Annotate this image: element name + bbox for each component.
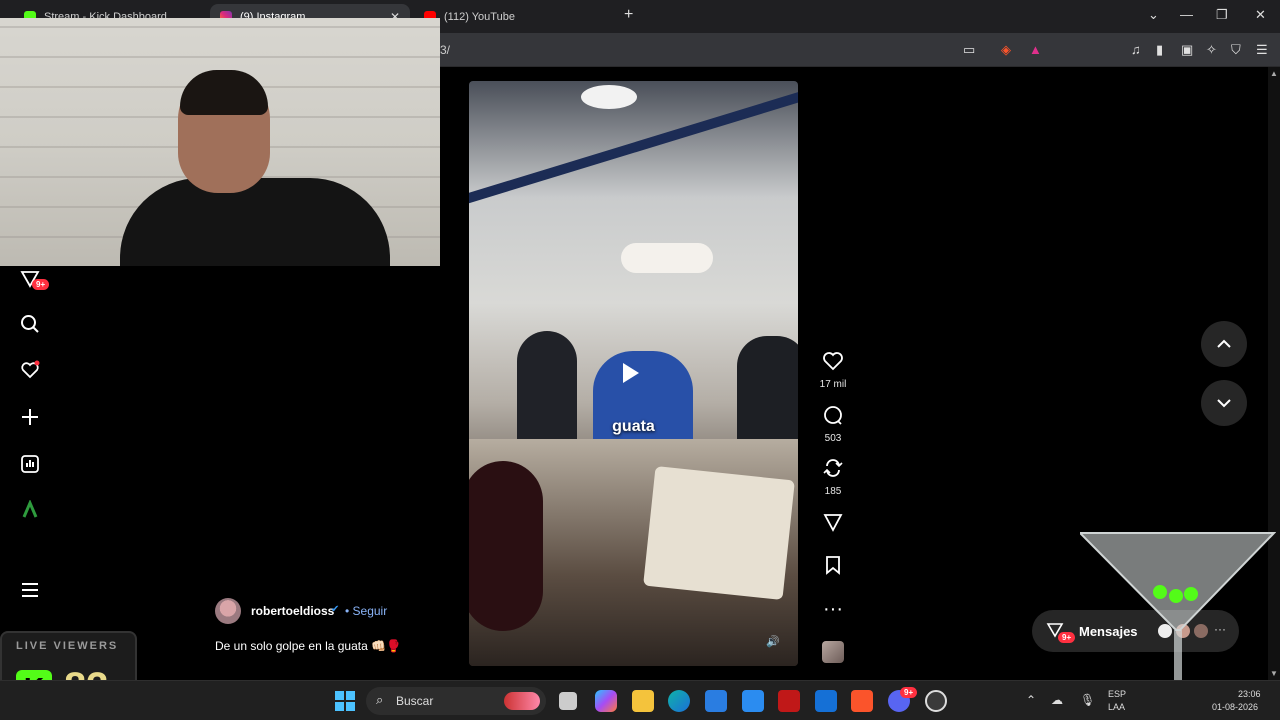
reel-video[interactable]: guata 🔊	[469, 81, 798, 666]
maximize-button[interactable]: ❐	[1216, 7, 1228, 23]
taskbar-search[interactable]: ⌕ Buscar	[366, 687, 546, 715]
reposts-count: 185	[824, 486, 842, 497]
comment-action[interactable]: 503	[815, 404, 851, 444]
brave-shields-icon[interactable]: ◈	[1001, 42, 1011, 58]
brave-browser-icon[interactable]	[851, 690, 873, 712]
heart-icon[interactable]	[815, 350, 851, 377]
dashboard-icon[interactable]	[19, 453, 41, 475]
create-plus-icon[interactable]	[19, 406, 41, 428]
store-icon[interactable]	[705, 690, 727, 712]
obs-icon[interactable]	[925, 690, 947, 712]
streamer-body	[120, 178, 390, 266]
ceiling-light	[581, 85, 637, 109]
tab-label: (112) YouTube	[444, 11, 515, 23]
start-icon[interactable]	[334, 690, 356, 712]
likes-count: 17 mil	[819, 379, 847, 390]
cast-icon[interactable]: ▭	[963, 42, 975, 58]
profile-avatar-icon[interactable]	[19, 499, 41, 521]
search-icon[interactable]	[19, 313, 41, 335]
previous-reel-button[interactable]	[1201, 321, 1247, 367]
copilot-icon[interactable]	[595, 690, 617, 712]
media-icon[interactable]: ♫	[1131, 42, 1141, 57]
keyboard-layout[interactable]: LAA	[1108, 702, 1125, 712]
scroll-up-icon[interactable]: ▲	[1270, 69, 1278, 78]
outlook-icon[interactable]	[815, 690, 837, 712]
messages-badge: 9+	[1058, 632, 1076, 643]
close-window-button[interactable]: ✕	[1255, 7, 1266, 23]
brave-rewards-icon[interactable]: ▲	[1029, 42, 1042, 57]
file-explorer-icon[interactable]	[632, 690, 654, 712]
boxing-glove	[469, 461, 543, 631]
leo-ai-icon[interactable]: ✧	[1206, 42, 1217, 58]
screen: Stream - Kick Dashboard (9) Instagram ✕ …	[0, 0, 1280, 720]
onedrive-icon[interactable]: ☁	[1051, 693, 1063, 707]
menu-icon[interactable]: ☰	[1256, 42, 1268, 58]
more-dots-icon[interactable]: ···	[815, 598, 851, 620]
microphone-icon[interactable]: 🎙	[1080, 693, 1095, 707]
url-text[interactable]: 3/	[440, 43, 450, 57]
like-action[interactable]: 17 mil	[815, 350, 851, 390]
more-menu-icon[interactable]	[19, 579, 41, 601]
save-action[interactable]	[815, 554, 851, 581]
ceiling-beam	[469, 85, 798, 207]
vpn-icon[interactable]: ⛉	[1231, 42, 1241, 58]
windows-taskbar: ⌕ Buscar 9+ ⌃ ☁ 🎙 ESP LAA 23:06 01-08-20…	[0, 680, 1280, 720]
paper-roll	[621, 243, 713, 273]
edge-icon[interactable]	[668, 690, 690, 712]
minimize-button[interactable]: —	[1180, 7, 1193, 22]
next-reel-button[interactable]	[1201, 380, 1247, 426]
input-language[interactable]: ESP	[1108, 689, 1126, 699]
follow-button[interactable]: • Seguir	[345, 604, 387, 618]
notifications-heart-icon[interactable]	[19, 359, 41, 381]
repost-action[interactable]: 185	[815, 457, 851, 497]
mcafee-icon[interactable]	[778, 690, 800, 712]
discord-badge: 9+	[900, 687, 918, 698]
tab-search-dropdown-icon[interactable]: ⌄	[1148, 7, 1159, 23]
repost-icon[interactable]	[815, 457, 851, 484]
sidebar-icon[interactable]: ▮	[1156, 42, 1163, 58]
search-placeholder: Buscar	[396, 694, 434, 708]
tab-youtube[interactable]: (112) YouTube	[414, 4, 614, 30]
bookmark-icon[interactable]	[815, 554, 851, 581]
play-icon[interactable]	[623, 363, 639, 383]
search-highlight-icon	[504, 692, 540, 710]
comments-count: 503	[824, 433, 842, 444]
post-description: De un solo golpe en la guata 👊🏻🥊	[215, 639, 401, 653]
new-tab-button[interactable]: +	[624, 6, 633, 24]
counter-sign	[643, 466, 795, 600]
author-username[interactable]: robertoeldioss	[251, 604, 334, 618]
app-icon[interactable]	[742, 690, 764, 712]
search-icon: ⌕	[376, 692, 384, 707]
audio-thumbnail[interactable]	[822, 641, 844, 663]
comment-icon[interactable]	[815, 404, 851, 431]
share-action[interactable]	[815, 511, 851, 538]
webcam-overlay	[0, 18, 440, 266]
show-hidden-icons-icon[interactable]: ⌃	[1026, 693, 1036, 707]
wallet-icon[interactable]: ▣	[1181, 42, 1193, 58]
author-avatar[interactable]	[215, 598, 241, 624]
share-icon[interactable]	[815, 511, 851, 538]
live-viewers-title: LIVE VIEWERS	[16, 640, 119, 652]
clock-date[interactable]: 01-08-2026	[1212, 702, 1258, 712]
video-caption-word: guata	[612, 418, 655, 435]
task-view-icon[interactable]	[559, 692, 577, 710]
more-options-action[interactable]: ···	[815, 598, 851, 620]
verified-badge-icon: ✔	[331, 604, 340, 615]
notifications-badge: 9+	[32, 279, 50, 290]
clock-time[interactable]: 23:06	[1238, 689, 1261, 699]
volume-icon[interactable]: 🔊	[766, 635, 780, 648]
